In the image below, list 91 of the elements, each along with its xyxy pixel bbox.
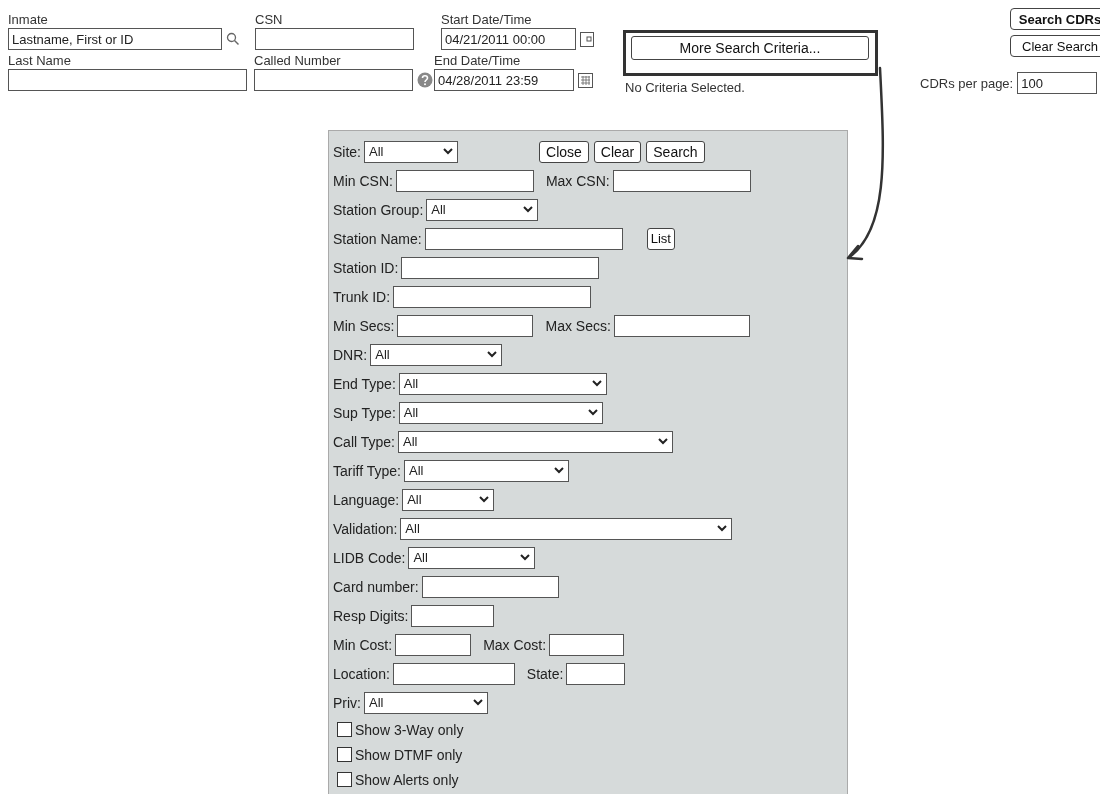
per-page-field[interactable]: 100 xyxy=(1017,72,1098,94)
field-label: Priv: xyxy=(333,694,361,711)
text-field[interactable] xyxy=(393,285,592,308)
field-label: Min Secs: xyxy=(333,317,395,334)
text-field[interactable] xyxy=(397,314,534,337)
field-label: End Date/Time xyxy=(434,53,522,68)
calendar-icon[interactable] xyxy=(580,31,594,47)
list-button[interactable]: List xyxy=(646,227,675,250)
field-label: Max Cost: xyxy=(483,636,547,653)
csn-field[interactable] xyxy=(255,28,414,50)
field-label: Call Type: xyxy=(333,433,395,450)
dropdown[interactable]: All xyxy=(398,372,607,395)
chevron-icon xyxy=(587,409,598,416)
field-label: CDRs per page: xyxy=(920,75,1014,91)
chevron-icon xyxy=(473,699,483,706)
dropdown[interactable]: All xyxy=(408,546,536,569)
chevron-icon xyxy=(443,148,453,155)
checkbox-label: Show 3-Way only xyxy=(355,721,464,738)
field-label: Site: xyxy=(333,143,361,160)
date-field[interactable]: 04/28/2011 23:59 xyxy=(434,69,574,91)
help-icon[interactable] xyxy=(417,72,433,88)
chevron-icon xyxy=(523,206,534,213)
field-label: Start Date/Time xyxy=(441,12,533,27)
field-label: DNR: xyxy=(333,346,368,363)
field-label: Max CSN: xyxy=(545,172,610,189)
field-label: End Type: xyxy=(333,375,396,392)
field-label: Called Number xyxy=(254,53,342,68)
panel-button[interactable]: Clear xyxy=(593,140,642,163)
dropdown[interactable]: All xyxy=(403,459,569,482)
text-field[interactable] xyxy=(424,227,623,250)
dropdown[interactable]: All xyxy=(398,401,603,424)
field-label: Station Name: xyxy=(333,230,422,247)
dropdown[interactable]: All xyxy=(364,140,458,163)
field-label: Tariff Type: xyxy=(333,462,401,479)
field-label: Station ID: xyxy=(333,259,399,276)
called-number-field[interactable] xyxy=(254,69,413,91)
field-label: Max Secs: xyxy=(545,317,611,334)
field-label: Last Name xyxy=(8,53,72,68)
field-label: Card number: xyxy=(333,578,419,595)
field-label: Location: xyxy=(333,665,390,682)
text-field[interactable] xyxy=(613,314,750,337)
field-label: Resp Digits: xyxy=(333,607,409,624)
clear-search-button[interactable]: Clear Search xyxy=(1010,35,1100,57)
checkbox[interactable] xyxy=(337,772,352,787)
more-criteria-button[interactable]: More Search Criteria... xyxy=(631,36,869,60)
chevron-icon xyxy=(658,438,668,445)
text-field[interactable] xyxy=(612,169,751,192)
chevron-icon xyxy=(553,467,564,474)
text-field[interactable] xyxy=(549,633,625,656)
field-label: Trunk ID: xyxy=(333,288,391,305)
dropdown[interactable]: All xyxy=(402,488,495,511)
text-field[interactable] xyxy=(395,633,472,656)
field-label: Sup Type: xyxy=(333,404,396,421)
dropdown[interactable]: All xyxy=(370,343,503,366)
dropdown[interactable]: All xyxy=(364,691,488,714)
checkbox-label: Show Alerts only xyxy=(355,771,459,788)
dropdown[interactable]: All xyxy=(398,430,673,453)
text-field[interactable] xyxy=(411,604,495,627)
text-field[interactable] xyxy=(566,662,626,685)
field-label: State: xyxy=(526,665,564,682)
panel-button[interactable]: Close xyxy=(539,140,589,163)
field-label: Min CSN: xyxy=(333,172,393,189)
chevron-icon xyxy=(520,554,531,561)
field-label: Inmate xyxy=(8,12,49,27)
panel-button[interactable]: Search xyxy=(646,140,705,163)
chevron-icon xyxy=(717,525,728,532)
checkbox-label: Show DTMF only xyxy=(355,746,463,763)
date-field[interactable]: 04/21/2011 00:00 xyxy=(441,28,576,50)
text-field[interactable] xyxy=(421,575,559,598)
field-label: CSN xyxy=(255,12,284,27)
search-icon xyxy=(226,32,240,46)
field-label: Validation: xyxy=(333,520,398,537)
dropdown[interactable]: All xyxy=(400,517,733,540)
criteria-status: No Criteria Selected. xyxy=(625,80,745,95)
text-field[interactable] xyxy=(401,256,600,279)
chevron-icon xyxy=(479,496,490,503)
text-field[interactable] xyxy=(392,662,515,685)
text-field[interactable] xyxy=(395,169,534,192)
chevron-icon xyxy=(591,380,602,387)
inmate-field[interactable]: Lastname, First or ID xyxy=(8,28,222,50)
field-label: Station Group: xyxy=(333,201,424,218)
field-label: Min Cost: xyxy=(333,636,393,653)
search-cdrs-button[interactable]: Search CDRs xyxy=(1010,8,1100,30)
checkbox[interactable] xyxy=(337,722,352,737)
checkbox[interactable] xyxy=(337,747,352,762)
field-label: Language: xyxy=(333,491,400,508)
chevron-icon xyxy=(487,351,498,358)
dropdown[interactable]: All xyxy=(426,198,539,221)
last-name-field[interactable] xyxy=(8,69,247,91)
calendar-icon[interactable] xyxy=(578,72,593,88)
field-label: LIDB Code: xyxy=(333,549,406,566)
